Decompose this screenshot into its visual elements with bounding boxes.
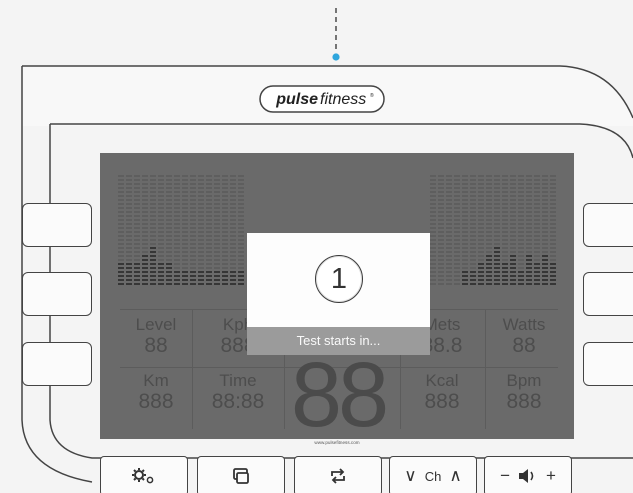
svg-text:pulse: pulse <box>275 91 318 108</box>
profile-bar <box>494 175 500 285</box>
volume-up-icon[interactable]: + <box>546 466 556 486</box>
profile-bar <box>214 175 220 285</box>
volume-control: − + <box>484 456 572 493</box>
console-display: Level 88 Kph 888 Mets 88.8 Watts 88 Km 8… <box>100 153 574 439</box>
profile-bar <box>206 175 212 285</box>
stat-level: Level 88 <box>122 316 190 356</box>
profile-bar <box>510 175 516 285</box>
settings-button[interactable] <box>100 456 188 493</box>
profile-bar <box>470 175 476 285</box>
window-button[interactable] <box>197 456 285 493</box>
channel-down-icon[interactable]: ∨ <box>404 466 416 486</box>
window-icon <box>233 468 249 484</box>
profile-bar <box>534 175 540 285</box>
svg-text:®: ® <box>370 92 374 99</box>
left-bottom-button[interactable] <box>22 342 92 386</box>
indicator-dot <box>332 53 340 61</box>
stat-label: Level <box>135 315 177 334</box>
profile-bar <box>486 175 492 285</box>
right-middle-button[interactable] <box>583 272 633 316</box>
stat-bpm: Bpm 888 <box>487 372 561 412</box>
countdown-dialog: 1 Test starts in... <box>247 233 430 355</box>
speaker-icon <box>519 469 534 483</box>
left-middle-button[interactable] <box>22 272 92 316</box>
stat-label: Kcal <box>425 371 459 390</box>
stat-value: 888 <box>424 390 460 413</box>
svg-text:fitness: fitness <box>320 91 366 108</box>
profile-bar <box>502 175 508 285</box>
stat-value: 888 <box>506 390 542 413</box>
profile-bar <box>158 175 164 285</box>
profile-bar <box>198 175 204 285</box>
profile-bar <box>446 175 452 285</box>
left-top-button[interactable] <box>22 203 92 247</box>
channel-label: Ch <box>424 468 442 484</box>
countdown-number: 1 <box>330 262 348 295</box>
right-top-button[interactable] <box>583 203 633 247</box>
profile-bar <box>166 175 172 285</box>
profile-bar <box>174 175 180 285</box>
channel-control: ∨ Ch ∧ <box>389 456 477 493</box>
stat-kcal: Kcal 888 <box>401 372 483 412</box>
profile-bar <box>430 175 436 285</box>
footer-url: www.pulsefitness.com <box>314 440 360 445</box>
profile-bar <box>454 175 460 285</box>
profile-bar <box>190 175 196 285</box>
profile-bar <box>118 175 124 285</box>
volume-down-icon[interactable]: − <box>500 466 510 486</box>
stat-watts: Watts 88 <box>487 316 561 356</box>
profile-bar <box>230 175 236 285</box>
profile-bar <box>438 175 444 285</box>
profile-bar <box>150 175 156 285</box>
stat-value: 88 <box>512 334 536 357</box>
profile-bar <box>134 175 140 285</box>
gears-icon <box>132 468 154 484</box>
countdown-message: Test starts in... <box>247 327 430 355</box>
stat-label: Watts <box>502 315 546 334</box>
profile-bar <box>526 175 532 285</box>
repeat-icon <box>331 468 345 484</box>
profile-bars-left <box>118 175 244 285</box>
channel-up-icon[interactable]: ∧ <box>449 466 461 486</box>
stat-value: 88 <box>144 334 168 357</box>
profile-bar <box>518 175 524 285</box>
stat-label: Km <box>143 371 169 390</box>
profile-bar <box>238 175 244 285</box>
profile-bar <box>182 175 188 285</box>
countdown-circle: 1 <box>315 255 363 303</box>
stat-value: 888 <box>138 390 174 413</box>
profile-bar <box>126 175 132 285</box>
center-readout: 88 <box>290 344 389 439</box>
profile-bar <box>462 175 468 285</box>
repeat-button[interactable] <box>294 456 382 493</box>
profile-bar <box>142 175 148 285</box>
profile-bar <box>222 175 228 285</box>
stat-label: Bpm <box>506 371 542 390</box>
profile-bar <box>478 175 484 285</box>
stat-km: Km 888 <box>122 372 190 412</box>
profile-bar <box>550 175 556 285</box>
profile-bar <box>542 175 548 285</box>
right-bottom-button[interactable] <box>583 342 633 386</box>
profile-bars-right <box>430 175 556 285</box>
